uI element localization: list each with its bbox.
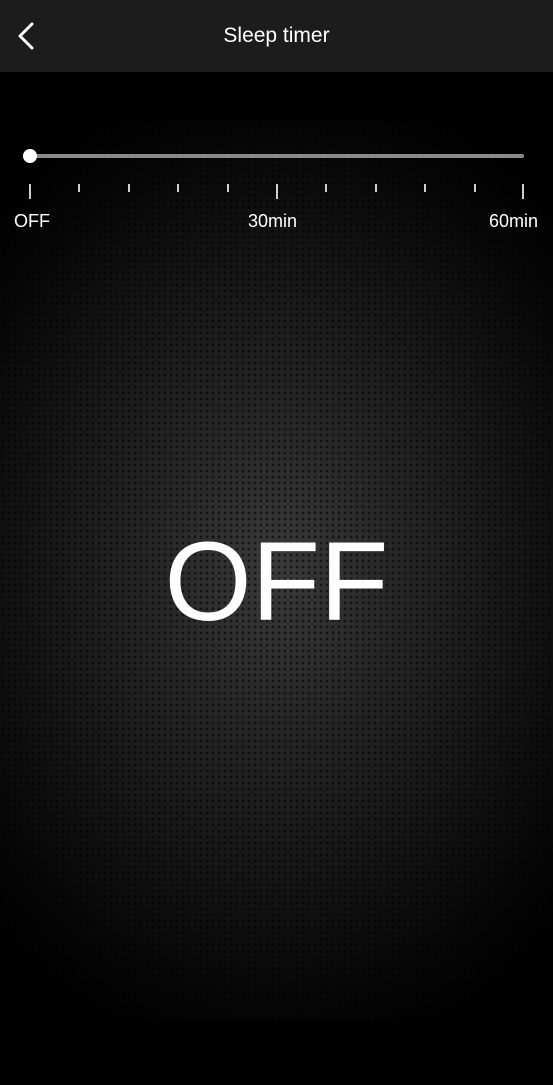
- scale-label-30min: 30min: [248, 211, 298, 231]
- scale-label-60min: 60min: [488, 211, 538, 231]
- page-title: Sleep timer: [223, 24, 330, 47]
- tick: [325, 184, 327, 192]
- tick: [128, 184, 130, 192]
- back-button[interactable]: [6, 14, 46, 58]
- tick: [375, 184, 377, 192]
- tick: [29, 184, 31, 199]
- scale-label-off: OFF: [14, 211, 50, 231]
- tick: [522, 184, 524, 199]
- chevron-left-icon: [18, 22, 34, 50]
- tick: [474, 184, 476, 192]
- tick: [227, 184, 229, 192]
- header-bar: Sleep timer: [0, 0, 553, 72]
- tick: [78, 184, 80, 192]
- slider-thumb[interactable]: [23, 149, 37, 163]
- sleep-timer-screen: Sleep timer OFF 30min 60min OFF: [0, 0, 553, 1085]
- tick: [424, 184, 426, 192]
- tick: [276, 184, 278, 199]
- slider-track[interactable]: [30, 154, 524, 158]
- timer-status-display: OFF: [164, 519, 389, 644]
- timer-slider[interactable]: OFF 30min 60min: [0, 140, 553, 250]
- tick: [177, 184, 179, 192]
